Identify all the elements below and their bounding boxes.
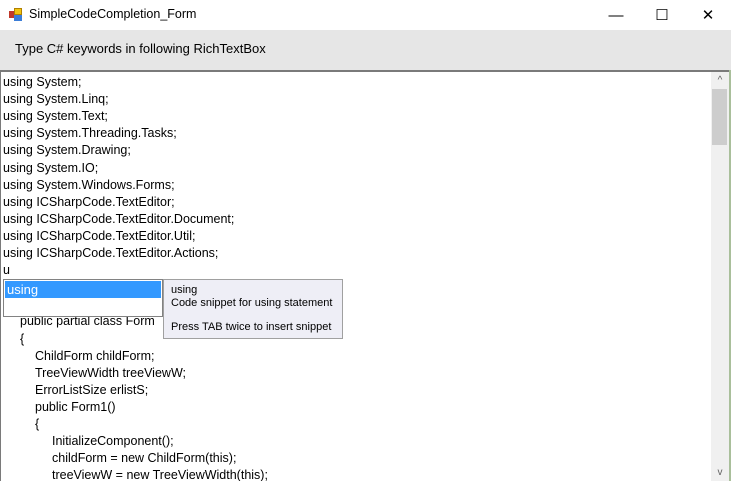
- code-line: ChildForm childForm;: [35, 348, 155, 363]
- title-bar: SimpleCodeCompletion_Form — ☐ ✕: [0, 0, 731, 30]
- code-line: using ICSharpCode.TextEditor.Document;: [3, 211, 235, 226]
- code-line: using ICSharpCode.TextEditor;: [3, 194, 175, 209]
- close-button[interactable]: ✕: [685, 0, 731, 30]
- code-line: using System.Text;: [3, 109, 108, 124]
- scroll-thumb[interactable]: [712, 89, 727, 145]
- code-line: using System.IO;: [3, 160, 99, 175]
- code-line: using ICSharpCode.TextEditor.Actions;: [3, 246, 219, 260]
- instruction-panel: Type C# keywords in following RichTextBo…: [0, 30, 731, 70]
- code-line: TreeViewWidth treeViewW;: [35, 365, 186, 380]
- scroll-up-icon[interactable]: ^: [711, 72, 729, 89]
- tooltip-description: Code snippet for using statement: [171, 296, 333, 309]
- code-line: using System.Linq;: [3, 92, 109, 107]
- code-line: using System.Drawing;: [3, 143, 131, 158]
- code-line: using System;: [3, 75, 82, 89]
- completion-tooltip: using Code snippet for using statement P…: [163, 279, 343, 339]
- vertical-scrollbar[interactable]: ^ v: [711, 72, 729, 481]
- code-line: using System.Threading.Tasks;: [3, 126, 177, 141]
- code-line: treeViewW = new TreeViewWidth(this);: [52, 468, 268, 481]
- minimize-button[interactable]: —: [593, 0, 639, 30]
- scroll-down-icon[interactable]: v: [711, 464, 729, 481]
- code-line: public Form1(): [35, 399, 116, 414]
- window-title: SimpleCodeCompletion_Form: [29, 7, 197, 21]
- code-line: ErrorListSize erlistS;: [35, 382, 149, 397]
- app-icon: [9, 8, 22, 21]
- code-line: {: [35, 417, 40, 431]
- completion-item-selected[interactable]: using: [5, 281, 161, 298]
- instruction-label: Type C# keywords in following RichTextBo…: [15, 41, 266, 56]
- tooltip-title: using: [171, 284, 198, 296]
- maximize-button[interactable]: ☐: [639, 0, 685, 30]
- code-line: u: [3, 263, 10, 278]
- code-line: {: [20, 331, 25, 346]
- tooltip-hint: Press TAB twice to insert snippet: [171, 321, 332, 333]
- code-rich-textbox[interactable]: using System; using System.Linq; using Sys…: [0, 70, 729, 481]
- code-line: using ICSharpCode.TextEditor.Util;: [3, 228, 196, 243]
- code-line: childForm = new ChildForm(this);: [52, 451, 237, 466]
- completion-list[interactable]: using: [3, 279, 163, 317]
- code-line: InitializeComponent();: [52, 434, 174, 449]
- code-line: using System.Windows.Forms;: [3, 177, 175, 192]
